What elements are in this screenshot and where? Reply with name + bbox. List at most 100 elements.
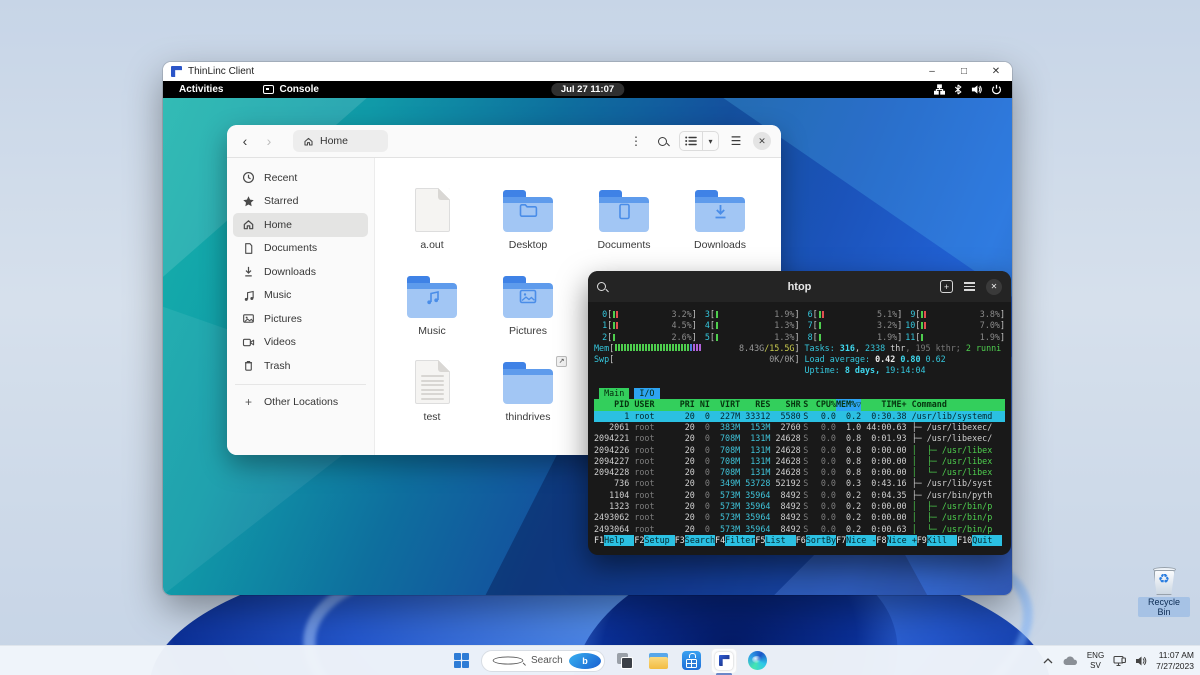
edge-button[interactable]: [744, 648, 770, 674]
search-button[interactable]: [653, 132, 671, 150]
process-row-1[interactable]: 1root200227M333125580S0.00.20:30.38/usr/…: [594, 411, 1005, 422]
file-item-Downloads[interactable]: Downloads: [672, 178, 768, 262]
fkey-f2[interactable]: F2: [634, 535, 644, 546]
column-header-ni[interactable]: NI: [695, 399, 710, 410]
maximize-button[interactable]: □: [948, 62, 980, 81]
sidebar-item-starred[interactable]: Starred: [233, 190, 368, 214]
fkey-f6[interactable]: F6: [796, 535, 806, 546]
htop-close-button[interactable]: ✕: [986, 279, 1002, 295]
fkey-f4[interactable]: F4: [715, 535, 725, 546]
sidebar-item-videos[interactable]: Videos: [233, 331, 368, 355]
process-row-736[interactable]: 736root200349M5372852192S0.00.30:43.16├─…: [594, 478, 1005, 489]
fkey-f5[interactable]: F5: [755, 535, 765, 546]
file-item-Documents[interactable]: Documents: [576, 178, 672, 262]
htop-titlebar[interactable]: htop ˅ + ✕: [588, 271, 1011, 302]
process-row-1104[interactable]: 1104root200573M359648492S0.00.20:04.35├─…: [594, 490, 1005, 501]
process-row-1323[interactable]: 1323root200573M359648492S0.00.20:00.00│ …: [594, 501, 1005, 512]
fkey-f9[interactable]: F9: [917, 535, 927, 546]
fkey-label-kill[interactable]: Kill: [927, 535, 957, 546]
network-icon[interactable]: [934, 84, 945, 95]
file-item-thindrives[interactable]: ↗thindrives: [480, 350, 576, 434]
fkey-f1[interactable]: F1: [594, 535, 604, 546]
sidebar-item-other-locations[interactable]: + Other Locations: [233, 391, 368, 414]
column-header-user[interactable]: USER: [629, 399, 679, 410]
start-button[interactable]: [448, 648, 474, 674]
column-header-time[interactable]: TIME+: [861, 399, 906, 410]
tab-main[interactable]: Main: [599, 388, 629, 399]
column-header-command[interactable]: Command: [907, 399, 1005, 410]
files-headerbar[interactable]: ‹ › Home ⋮ ▾ ☰ ✕: [227, 125, 781, 158]
volume-icon[interactable]: [971, 84, 982, 95]
sidebar-item-trash[interactable]: Trash: [233, 354, 368, 378]
nav-forward-button[interactable]: ›: [261, 134, 277, 148]
htop-menu-button[interactable]: [964, 282, 975, 290]
file-explorer-button[interactable]: [645, 648, 671, 674]
clock-tray[interactable]: 11:07 AM7/27/2023: [1156, 650, 1194, 671]
tray-chevron-button[interactable]: [1043, 658, 1053, 664]
path-bar[interactable]: Home: [293, 130, 388, 152]
process-row-2061[interactable]: 2061root200383M153M2760S0.01.044:00.63├─…: [594, 422, 1005, 433]
process-row-2094221[interactable]: 2094221root200708M131M24628S0.00.80:01.9…: [594, 433, 1005, 444]
fkey-f7[interactable]: F7: [836, 535, 846, 546]
new-tab-button[interactable]: +: [940, 280, 953, 293]
column-header-s[interactable]: S: [801, 399, 811, 410]
thinlinc-taskbar-button[interactable]: [711, 648, 737, 674]
sidebar-item-documents[interactable]: Documents: [233, 237, 368, 261]
tab-io[interactable]: I/O: [634, 388, 659, 399]
store-button[interactable]: [678, 648, 704, 674]
bluetooth-icon[interactable]: [954, 84, 962, 95]
hamburger-menu-button[interactable]: ☰: [727, 132, 745, 150]
sidebar-item-recent[interactable]: Recent: [233, 166, 368, 190]
terminal[interactable]: 0[3.2%]3[1.9%]6[5.1%]9[3.8%] 1[4.5%]4[1.…: [588, 302, 1011, 555]
fkey-f3[interactable]: F3: [675, 535, 685, 546]
activities-button[interactable]: Activities: [173, 84, 229, 95]
thinlinc-titlebar[interactable]: ThinLinc Client – □ ✕: [163, 62, 1012, 81]
nav-back-button[interactable]: ‹: [237, 134, 253, 148]
view-toggle[interactable]: ▾: [679, 131, 719, 151]
column-header-res[interactable]: RES: [740, 399, 770, 410]
process-row-2493062[interactable]: 2493062root200573M359648492S0.00.20:00.0…: [594, 512, 1005, 523]
column-header-cpu[interactable]: CPU%: [811, 399, 836, 410]
sidebar-item-downloads[interactable]: Downloads: [233, 260, 368, 284]
column-header-pid[interactable]: PID: [594, 399, 629, 410]
search-box[interactable]: Search b: [481, 650, 605, 672]
process-row-2094226[interactable]: 2094226root200708M131M24628S0.00.80:00.0…: [594, 445, 1005, 456]
list-view-button[interactable]: [680, 132, 702, 150]
file-item-Pictures[interactable]: Pictures: [480, 264, 576, 348]
fkey-label-search[interactable]: Search: [685, 535, 715, 546]
recycle-bin[interactable]: ♻ Recycle Bin: [1138, 566, 1190, 620]
task-view-button[interactable]: [612, 648, 638, 674]
onedrive-icon[interactable]: [1062, 656, 1078, 666]
fkey-label-nice +[interactable]: Nice +: [887, 535, 917, 546]
column-header-shr[interactable]: SHR: [770, 399, 800, 410]
volume-tray-icon[interactable]: [1135, 655, 1147, 667]
language-indicator[interactable]: ENGSV: [1087, 651, 1104, 669]
sidebar-item-music[interactable]: Music: [233, 284, 368, 308]
file-item-test[interactable]: test: [384, 350, 480, 434]
clock-button[interactable]: Jul 27 11:07: [551, 83, 624, 96]
file-item-Music[interactable]: Music: [384, 264, 480, 348]
htop-search-button[interactable]: [597, 282, 606, 291]
fkey-f10[interactable]: F10: [957, 535, 972, 546]
close-button[interactable]: ✕: [980, 62, 1012, 81]
fkey-label-help[interactable]: Help: [604, 535, 634, 546]
files-close-button[interactable]: ✕: [753, 132, 771, 150]
process-row-2094228[interactable]: 2094228root200708M131M24628S0.00.80:00.0…: [594, 467, 1005, 478]
fkey-label-setup[interactable]: Setup: [644, 535, 674, 546]
fkey-label-list[interactable]: List: [765, 535, 795, 546]
view-options-dropdown[interactable]: ▾: [702, 132, 718, 150]
network-tray-icon[interactable]: [1113, 655, 1126, 667]
power-icon[interactable]: [991, 84, 1002, 95]
sidebar-item-home[interactable]: Home: [233, 213, 368, 237]
console-button[interactable]: Console: [263, 84, 318, 95]
file-item-Desktop[interactable]: Desktop: [480, 178, 576, 262]
fkey-label-filter[interactable]: Filter: [725, 535, 755, 546]
recycle-bin-icon[interactable]: ♻: [1152, 566, 1177, 595]
process-row-2094227[interactable]: 2094227root200708M131M24628S0.00.80:00.0…: [594, 456, 1005, 467]
column-header-mem[interactable]: MEM%▽: [836, 399, 861, 410]
fkey-f8[interactable]: F8: [876, 535, 886, 546]
process-table-header[interactable]: PIDUSERPRINIVIRTRESSHRSCPU%MEM%▽TIME+Com…: [594, 399, 1005, 410]
menu-kebab-button[interactable]: ⋮: [627, 132, 645, 150]
sidebar-item-pictures[interactable]: Pictures: [233, 307, 368, 331]
column-header-pri[interactable]: PRI: [680, 399, 695, 410]
